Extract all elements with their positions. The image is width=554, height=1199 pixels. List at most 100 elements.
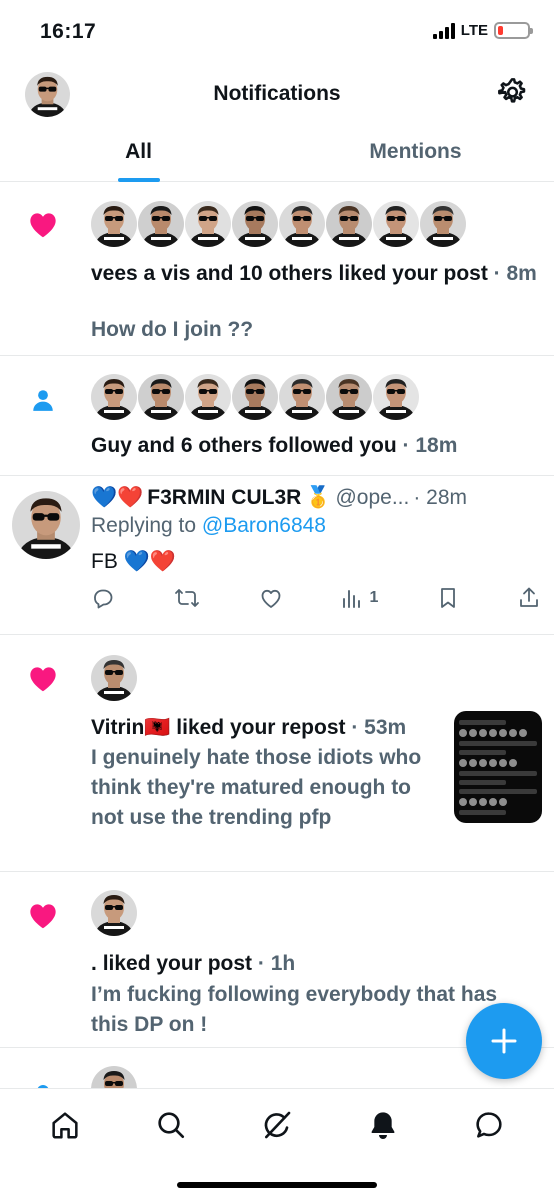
avatar[interactable] xyxy=(185,374,231,420)
reply-body: FB 💙❤️ xyxy=(91,550,176,573)
tab-mentions[interactable]: Mentions xyxy=(277,128,554,181)
notification-reply[interactable]: 💙❤️ F3RMIN CUL3R 🥇 @ope... · 28m Replyin… xyxy=(0,476,554,635)
notification-avatars[interactable] xyxy=(91,1066,137,1088)
repost-icon xyxy=(174,589,199,607)
views-count: 1 xyxy=(369,589,379,606)
avatar[interactable] xyxy=(232,374,278,420)
notification-time: · 8m xyxy=(493,262,537,285)
gear-icon xyxy=(498,78,526,103)
active-tab-indicator xyxy=(117,178,160,182)
battery-icon xyxy=(494,22,533,39)
author-handle[interactable]: @ope... xyxy=(335,486,409,510)
avatar[interactable] xyxy=(91,201,137,247)
notification-text: Guy and 6 others followed you · 18m xyxy=(91,431,538,461)
notification-follow-group[interactable]: Guy and 6 others followed you · 18m xyxy=(0,356,554,476)
nav-grok[interactable] xyxy=(257,1105,297,1145)
avatar[interactable] xyxy=(91,1066,137,1088)
nav-home[interactable] xyxy=(45,1105,85,1145)
liker-avatars[interactable] xyxy=(91,655,137,701)
notification-time: · 53m xyxy=(351,716,407,739)
avatar[interactable] xyxy=(138,374,184,420)
avatar[interactable] xyxy=(279,374,325,420)
tab-bar: All Mentions xyxy=(0,128,554,182)
liker-avatars[interactable] xyxy=(91,201,466,247)
avatar[interactable] xyxy=(279,201,325,247)
home-indicator xyxy=(177,1182,377,1188)
page-title: Notifications xyxy=(213,82,341,105)
avatar-image xyxy=(12,491,80,559)
bookmark-icon xyxy=(441,588,456,608)
reply-time: · 28m xyxy=(413,486,468,509)
author-badge: 🥇 xyxy=(305,486,332,509)
author-name[interactable]: F3RMIN CUL3R xyxy=(147,486,301,510)
replying-to-prefix: Replying to xyxy=(91,514,197,537)
notification-text: Vitrin🇦🇱 liked your repost · 53m xyxy=(91,713,444,743)
notification-like-group[interactable]: vees a vis and 10 others liked your post… xyxy=(0,183,554,356)
reply-actions: 1 xyxy=(91,586,540,610)
author-emojis: 💙❤️ xyxy=(91,486,144,509)
like-action: liked your post xyxy=(102,952,253,975)
avatar[interactable] xyxy=(91,890,137,936)
search-icon xyxy=(158,1112,185,1139)
notification-summary: vees a vis and 10 others liked your post xyxy=(91,262,488,285)
home-icon xyxy=(52,1112,78,1139)
signal-icon xyxy=(432,22,455,39)
avatar[interactable] xyxy=(326,201,372,247)
post-snippet: I genuinely hate those idiots who think … xyxy=(91,746,422,829)
post-thumbnail[interactable] xyxy=(454,711,542,823)
dot-icon xyxy=(26,1074,60,1088)
avatar[interactable] xyxy=(91,655,137,701)
liker-name[interactable]: Vitrin🇦🇱 xyxy=(91,716,170,739)
person-icon xyxy=(26,383,60,417)
compose-button[interactable] xyxy=(466,1003,542,1079)
avatar[interactable] xyxy=(373,374,419,420)
notification-like-repost[interactable]: Vitrin🇦🇱 liked your repost · 53m I genui… xyxy=(0,635,554,872)
nav-search[interactable] xyxy=(151,1105,191,1145)
avatar[interactable] xyxy=(138,201,184,247)
tab-all[interactable]: All xyxy=(0,128,277,182)
grok-icon xyxy=(264,1111,291,1139)
avatar[interactable] xyxy=(91,374,137,420)
reply-header: 💙❤️ F3RMIN CUL3R 🥇 @ope... · 28m xyxy=(91,486,467,510)
liker-name[interactable]: . xyxy=(91,952,97,975)
avatar[interactable] xyxy=(185,201,231,247)
share-button[interactable] xyxy=(518,586,540,610)
views-button[interactable]: 1 xyxy=(341,587,378,609)
author-avatar[interactable] xyxy=(12,491,80,559)
heart-icon xyxy=(26,661,60,695)
tab-all-label: All xyxy=(125,140,152,163)
header: Notifications xyxy=(0,62,554,124)
status-time: 16:17 xyxy=(40,20,97,43)
avatar[interactable] xyxy=(373,201,419,247)
replying-to: Replying to @Baron6848 xyxy=(91,511,538,541)
avatar[interactable] xyxy=(326,374,372,420)
repost-button[interactable] xyxy=(174,586,200,610)
notification-time: · 18m xyxy=(402,434,458,457)
liker-avatars[interactable] xyxy=(91,890,137,936)
notification-text: vees a vis and 10 others liked your post… xyxy=(91,259,538,289)
bookmark-button[interactable] xyxy=(437,586,459,610)
notification-feed[interactable]: vees a vis and 10 others liked your post… xyxy=(0,183,554,1088)
follower-avatars[interactable] xyxy=(91,374,419,420)
notification-text: . liked your post · 1h xyxy=(91,949,538,979)
share-icon xyxy=(520,587,538,607)
avatar[interactable] xyxy=(232,201,278,247)
avatar[interactable] xyxy=(420,201,466,247)
heart-outline-icon xyxy=(261,589,281,608)
like-action: liked your repost xyxy=(176,716,346,739)
settings-button[interactable] xyxy=(496,76,528,108)
like-button[interactable] xyxy=(259,587,283,609)
views-icon xyxy=(343,590,361,608)
status-bar: 16:17 LTE xyxy=(0,0,554,62)
notification-time: · 1h xyxy=(257,952,296,975)
replying-to-handle[interactable]: @Baron6848 xyxy=(202,514,326,537)
post-snippet: How do I join ?? xyxy=(91,318,254,341)
bottom-nav xyxy=(0,1088,554,1199)
nav-messages[interactable] xyxy=(469,1105,509,1145)
status-indicators: LTE xyxy=(432,22,533,39)
reply-button[interactable] xyxy=(91,586,115,610)
tab-mentions-label: Mentions xyxy=(369,140,462,163)
comment-icon xyxy=(94,589,113,609)
heart-icon xyxy=(26,898,60,932)
nav-notifications[interactable] xyxy=(363,1105,403,1145)
